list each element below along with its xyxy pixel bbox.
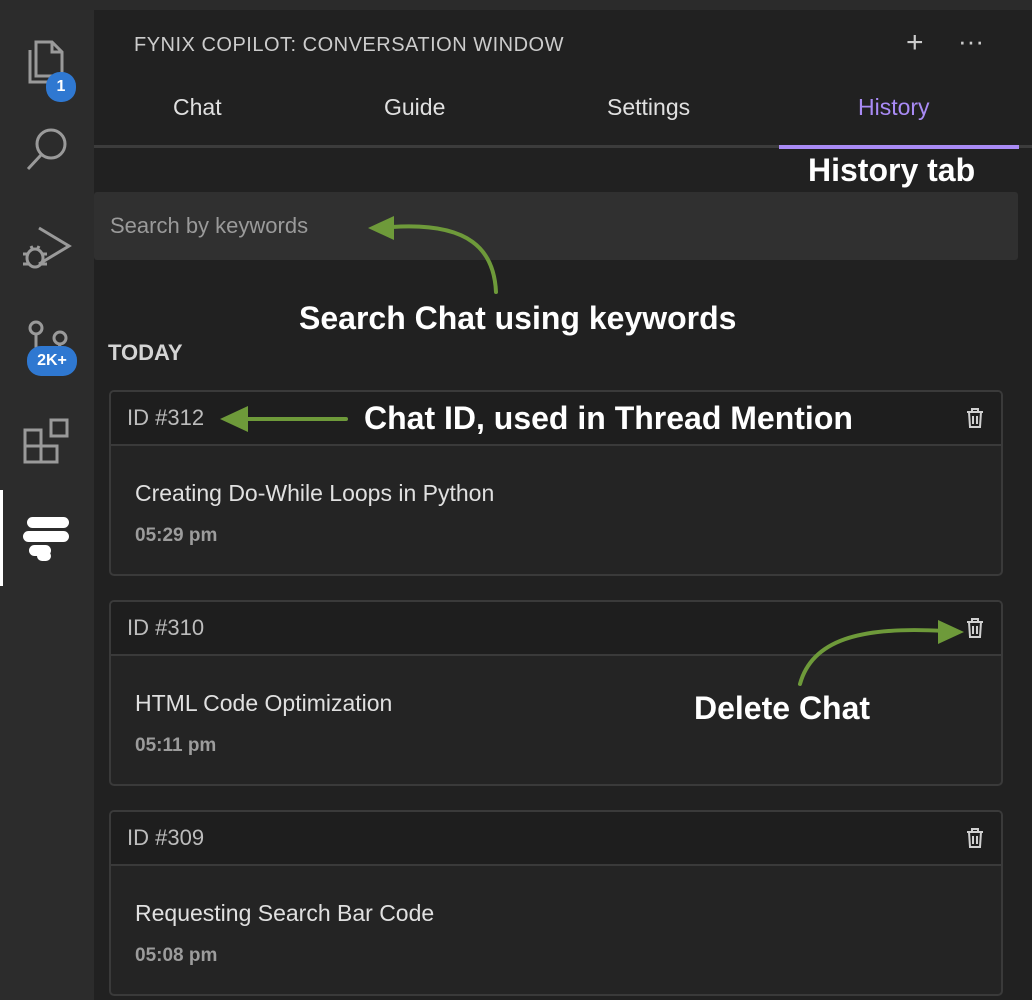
trash-icon: [967, 408, 983, 428]
chat-card-header: ID #310: [111, 602, 1001, 656]
section-label-today: TODAY: [108, 340, 183, 365]
tab-guide[interactable]: Guide: [384, 94, 445, 121]
chat-id: ID #309: [127, 825, 205, 850]
extensions-icon: [23, 418, 69, 464]
window-top-strip: [0, 0, 1032, 10]
delete-chat-button[interactable]: [965, 827, 985, 849]
explorer-badge: 1: [46, 72, 76, 102]
extensions-button[interactable]: [0, 402, 94, 482]
run-debug-button[interactable]: [0, 206, 94, 286]
active-tab-indicator: [779, 145, 1019, 149]
chat-time: 05:11 pm: [135, 735, 217, 756]
chat-card[interactable]: ID #309 Requesting Search Bar Code 05:08…: [109, 810, 1003, 996]
chat-title: HTML Code Optimization: [135, 690, 393, 716]
annotation-chat-id: Chat ID, used in Thread Mention: [364, 400, 853, 436]
source-control-button[interactable]: 2K+: [0, 304, 94, 384]
explorer-button[interactable]: 1: [0, 20, 94, 102]
tab-history[interactable]: History: [858, 94, 930, 121]
annotation-history-tab: History tab: [808, 152, 976, 188]
annotation-search-chat: Search Chat using keywords: [299, 300, 737, 336]
delete-chat-button[interactable]: [965, 617, 985, 639]
search-icon: [26, 128, 67, 171]
panel-title: FYNIX COPILOT: CONVERSATION WINDOW: [134, 34, 564, 56]
trash-icon: [967, 618, 983, 638]
chat-id: ID #310: [127, 615, 205, 640]
run-debug-icon: [23, 226, 72, 269]
chat-title: Creating Do-While Loops in Python: [135, 480, 495, 506]
chat-time: 05:29 pm: [135, 525, 218, 546]
fynix-logo-icon: [23, 517, 69, 561]
activity-bar: 1 2K+: [0, 10, 94, 1000]
tab-bar: Chat Guide Settings History: [94, 80, 1032, 149]
new-chat-button[interactable]: +: [906, 28, 924, 58]
annotation-delete-chat: Delete Chat: [694, 690, 871, 726]
fynix-copilot-button[interactable]: [0, 490, 94, 586]
search-view-button[interactable]: [0, 110, 94, 190]
tab-settings[interactable]: Settings: [607, 94, 690, 121]
search-input[interactable]: [110, 213, 1002, 239]
trash-icon: [967, 828, 983, 848]
chat-time: 05:08 pm: [135, 945, 218, 966]
search-box: [94, 192, 1018, 260]
more-actions-button[interactable]: ···: [958, 26, 984, 56]
chat-title: Requesting Search Bar Code: [135, 900, 435, 926]
tab-chat[interactable]: Chat: [173, 94, 222, 121]
delete-chat-button[interactable]: [965, 407, 985, 429]
source-control-badge: 2K+: [27, 346, 77, 376]
chat-id: ID #312: [127, 405, 205, 430]
chat-card-header: ID #309: [111, 812, 1001, 866]
